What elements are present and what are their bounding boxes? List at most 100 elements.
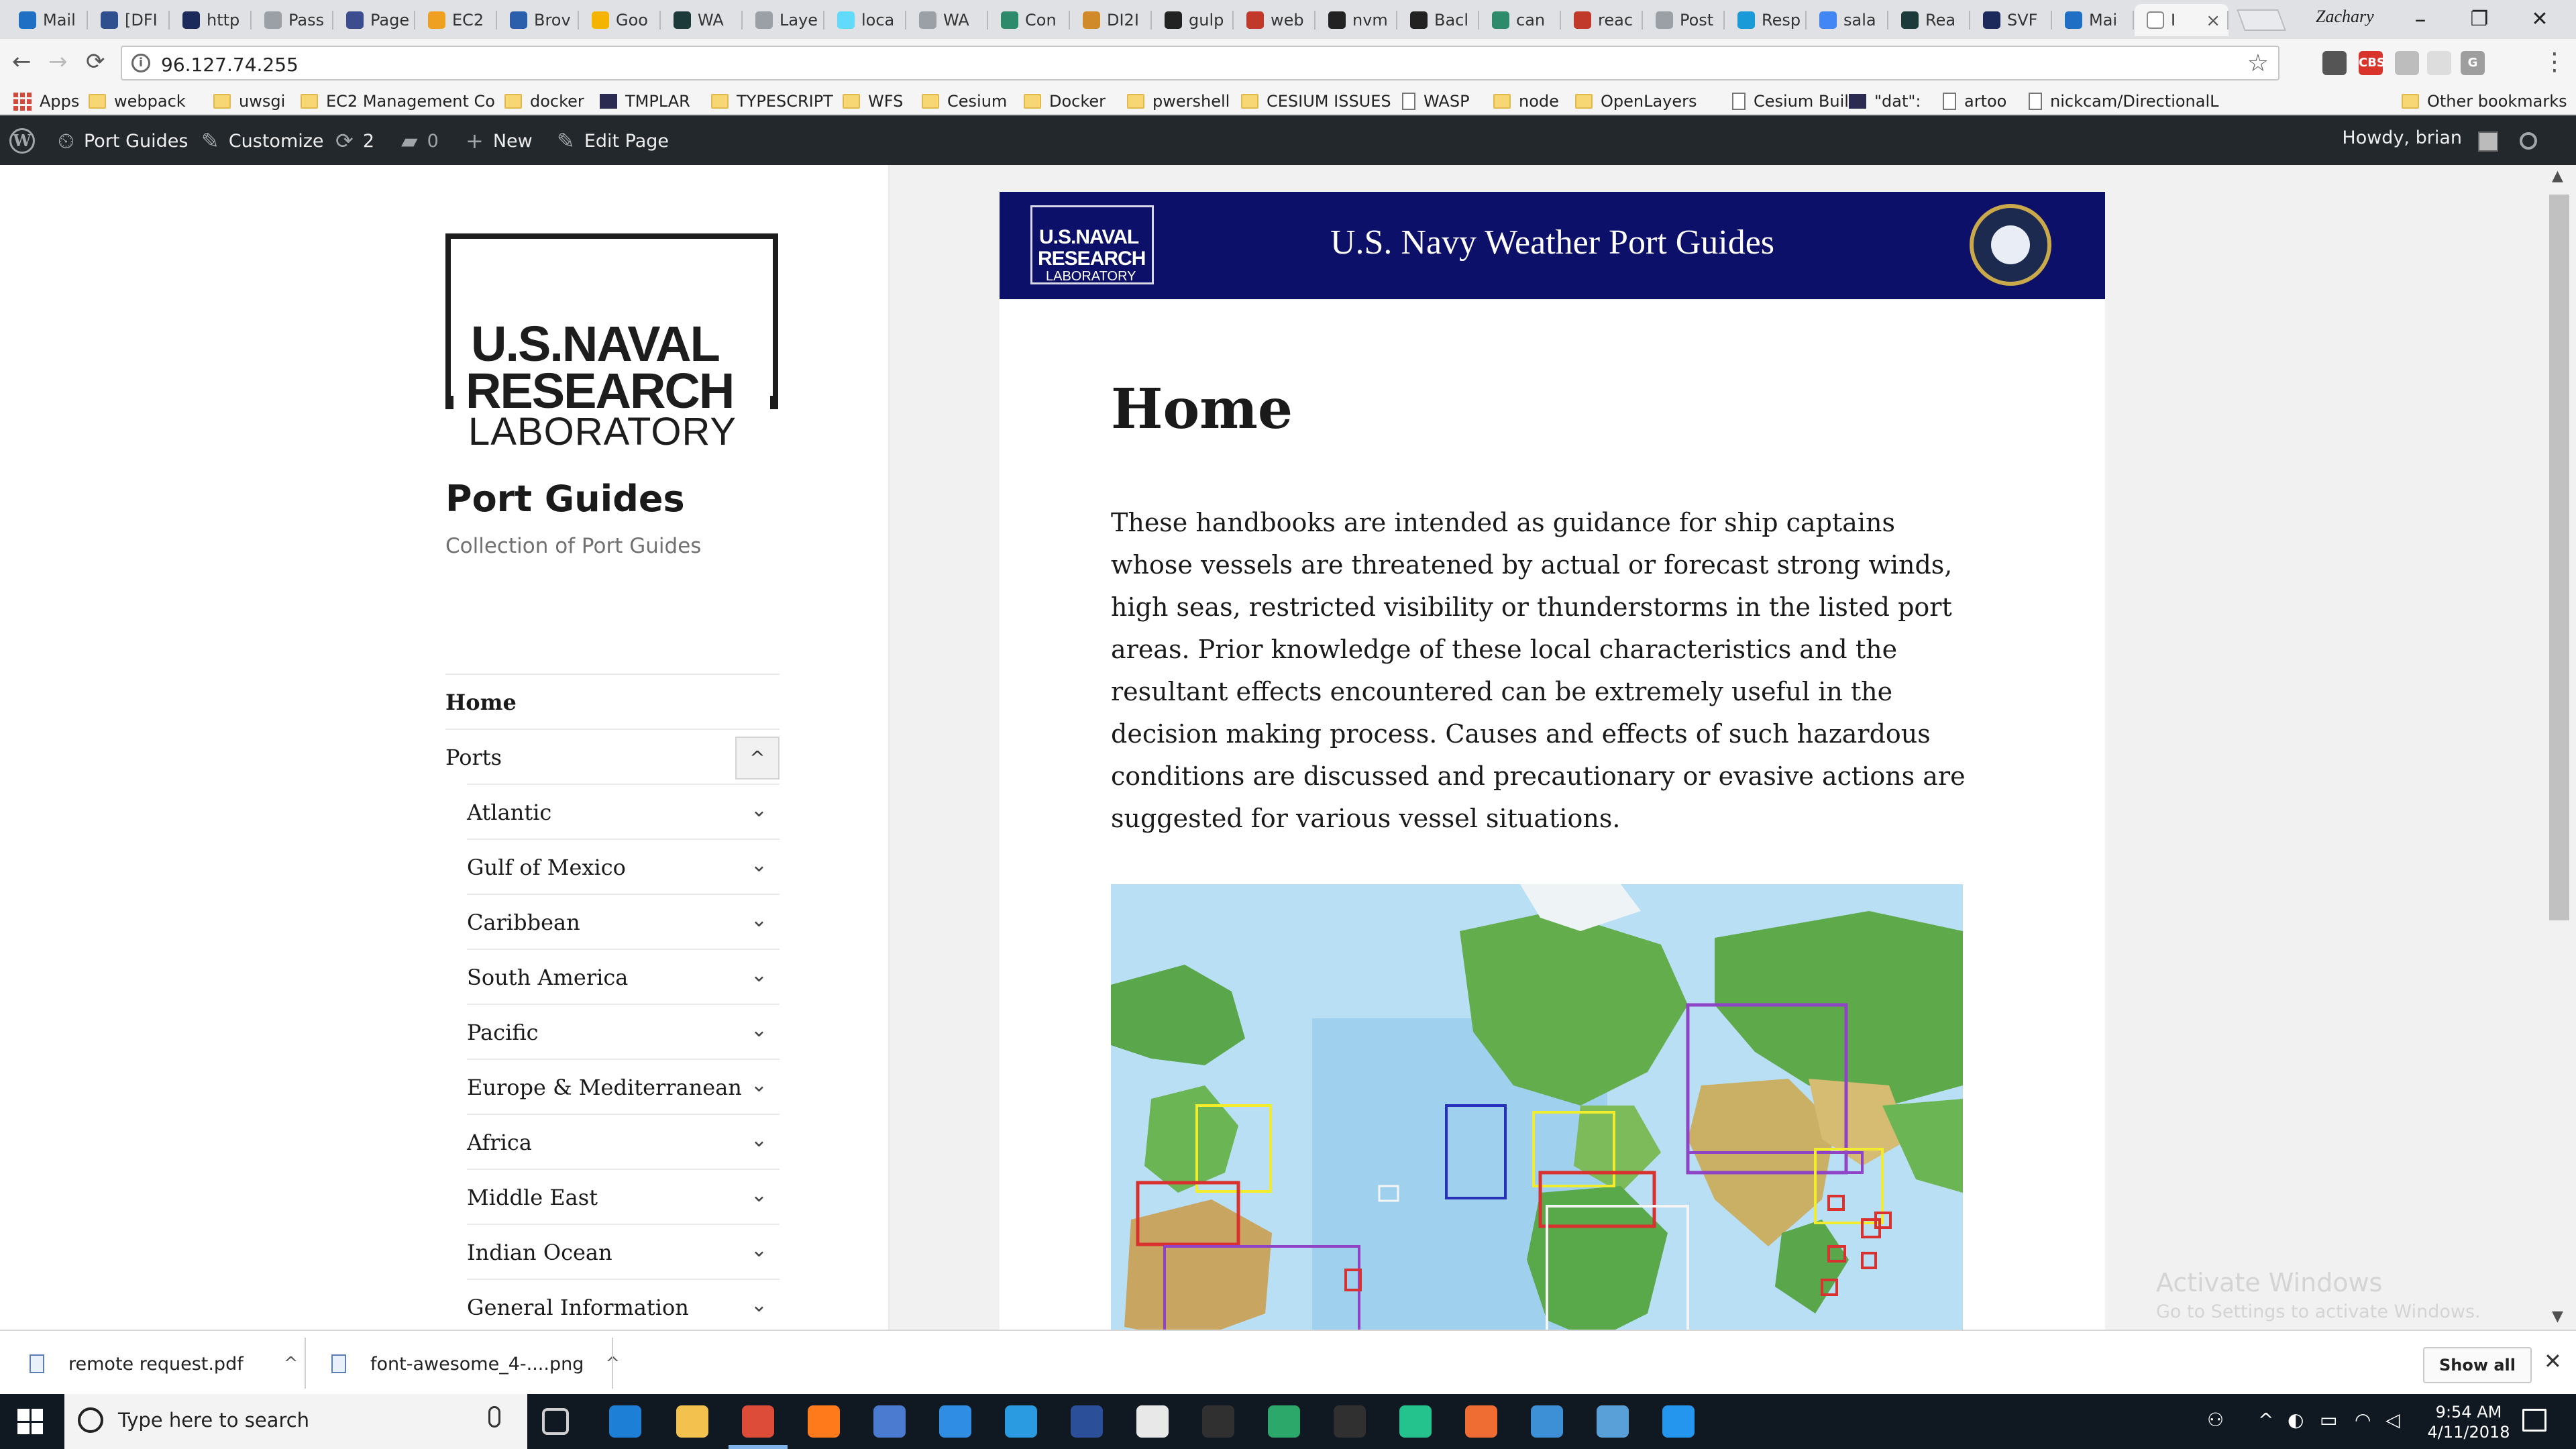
taskbar-network-app-icon[interactable] [873,1405,906,1438]
nav-item-ports[interactable]: Ports ^ [445,729,780,784]
microphone-icon[interactable] [488,1406,500,1428]
bookmark-item[interactable]: CESIUM ISSUES [1241,91,1391,112]
browser-tab[interactable]: WA [907,4,988,36]
howdy-user-menu[interactable]: Howdy, brian [2342,127,2462,148]
scroll-up-icon[interactable]: ▲ [2552,168,2563,184]
new-tab-button[interactable] [2237,9,2286,31]
profile-name[interactable]: Zachary [2316,7,2374,27]
bookmark-item[interactable]: OpenLayers [1575,91,1697,112]
download-item[interactable]: font-awesome_4-....png ^ [331,1346,620,1382]
chrome-menu-icon[interactable]: ⋮ [2542,48,2567,76]
start-button[interactable] [17,1409,43,1434]
scroll-down-icon[interactable]: ▼ [2552,1308,2563,1325]
site-name-link[interactable]: ⏲ Port Guides [58,127,188,154]
chevron-down-icon[interactable]: ⌄ [751,798,767,822]
nav-subitem[interactable]: Africa ⌄ [467,1114,780,1169]
customize-link[interactable]: ✎ Customize [201,127,324,154]
people-icon[interactable]: ⚇ [2207,1409,2224,1431]
taskbar-docker-icon[interactable] [1662,1405,1695,1438]
chevron-down-icon[interactable]: ⌄ [751,1073,767,1097]
extension-icon[interactable]: G [2461,51,2485,75]
address-bar[interactable]: i 96.127.74.255 ☆ [121,46,2279,80]
new-content-link[interactable]: + New [466,127,533,154]
chevron-down-icon[interactable]: ⌄ [751,1293,767,1317]
chevron-down-icon[interactable]: ⌄ [751,963,767,987]
browser-tab[interactable]: reac [1562,4,1643,36]
chevron-down-icon[interactable]: ⌄ [751,853,767,877]
bookmark-item[interactable]: TMPLAR [600,91,690,112]
world-ports-map[interactable] [1111,884,1963,1340]
bookmark-item[interactable]: EC2 Management Co [301,91,495,112]
browser-tab[interactable]: DI2I [1071,4,1152,36]
volume-icon[interactable]: ◁ [2385,1409,2400,1431]
bookmark-item[interactable]: Cesium [922,91,1007,112]
bookmark-item[interactable]: "dat": [1849,91,1921,112]
browser-tab[interactable]: Laye [743,4,824,36]
bookmark-item[interactable]: WASP [1402,91,1470,112]
extension-icon[interactable] [2427,51,2451,75]
show-hidden-icons[interactable]: ^ [2258,1409,2273,1431]
browser-tab[interactable]: can [1480,4,1561,36]
network-icon[interactable]: ◐ [2288,1409,2304,1431]
show-all-button[interactable]: Show all [2423,1347,2532,1383]
nav-subitem[interactable]: Indian Ocean ⌄ [467,1224,780,1279]
nav-subitem[interactable]: Gulf of Mexico ⌄ [467,839,780,894]
extension-icon[interactable] [2322,51,2347,75]
url-text[interactable]: 96.127.74.255 [161,54,299,76]
chevron-down-icon[interactable]: ⌄ [751,908,767,932]
taskbar-search-app-icon[interactable] [1531,1405,1563,1438]
scrollbar-thumb[interactable] [2549,195,2569,920]
taskbar-firefox-icon[interactable] [808,1405,840,1438]
extension-icon[interactable]: CBS [2359,51,2385,75]
bookmark-item[interactable]: artoo [1943,91,2006,112]
nav-subitem[interactable]: Europe & Mediterranean ⌄ [467,1059,780,1114]
chevron-down-icon[interactable]: ⌄ [751,1018,767,1042]
nav-subitem[interactable]: Caribbean ⌄ [467,894,780,949]
bookmark-item[interactable]: nickcam/DirectionalL [2029,91,2219,112]
bookmark-item[interactable]: Docker [1024,91,1106,112]
browser-tab[interactable]: EC2 [416,4,497,36]
bookmark-item[interactable]: docker [504,91,584,112]
bookmark-item[interactable]: Cesium Build [1732,91,1859,112]
taskbar-terminal-icon[interactable] [1202,1405,1234,1438]
browser-tab[interactable]: [DFI [89,4,170,36]
site-title[interactable]: Port Guides [445,478,685,520]
browser-tab[interactable]: gulp [1152,4,1234,36]
taskbar-powershell-icon[interactable] [1071,1405,1103,1438]
taskbar-postman-icon[interactable] [1465,1405,1497,1438]
taskbar-internet-explorer-icon[interactable] [1005,1405,1037,1438]
system-clock[interactable]: 9:54 AM 4/11/2018 [2422,1402,2516,1442]
browser-tab[interactable]: Mail [7,4,88,36]
browser-tab[interactable]: nvm [1316,4,1397,36]
action-center-icon[interactable] [2522,1409,2546,1432]
comments-link[interactable]: ▰ 0 [401,127,439,154]
admin-search-icon[interactable] [2520,127,2537,154]
nav-subitem[interactable]: Pacific ⌄ [467,1004,780,1059]
bookmark-star-icon[interactable]: ☆ [2247,50,2269,77]
taskbar-chrome-icon[interactable] [742,1405,774,1438]
taskbar-vscode-icon[interactable] [939,1405,971,1438]
chevron-down-icon[interactable]: ⌄ [751,1128,767,1152]
taskbar-mail-icon[interactable] [1136,1405,1169,1438]
bookmark-item[interactable]: TYPESCRIPT [711,91,833,112]
updates-link[interactable]: ⟳ 2 [335,127,374,154]
bookmark-item[interactable]: webpack [89,91,186,112]
nav-subitem[interactable]: Atlantic ⌄ [467,784,780,839]
browser-tab[interactable]: Pass [252,4,333,36]
apps-bookmark[interactable]: Apps [13,91,79,112]
browser-tab[interactable]: Resp [1725,4,1807,36]
nrl-logo[interactable]: U.S.NAVAL RESEARCH LABORATORY [445,233,778,455]
ports-toggle-button[interactable]: ^ [735,737,780,780]
taskbar-remote-desktop-icon[interactable] [1597,1405,1629,1438]
wifi-icon[interactable]: ◠ [2355,1409,2371,1431]
chevron-down-icon[interactable]: ⌄ [751,1238,767,1262]
taskbar-telegram-icon[interactable] [1399,1405,1432,1438]
close-tab-icon[interactable]: × [2206,11,2220,31]
nav-item-home[interactable]: Home [445,674,780,729]
other-bookmarks[interactable]: Other bookmarks [2402,91,2567,112]
restore-button[interactable]: ❐ [2453,3,2506,36]
browser-tab[interactable]: Mai [2053,4,2134,36]
nav-subitem[interactable]: South America ⌄ [467,949,780,1004]
avatar[interactable] [2478,131,2498,152]
browser-tab[interactable]: WA [661,4,743,36]
